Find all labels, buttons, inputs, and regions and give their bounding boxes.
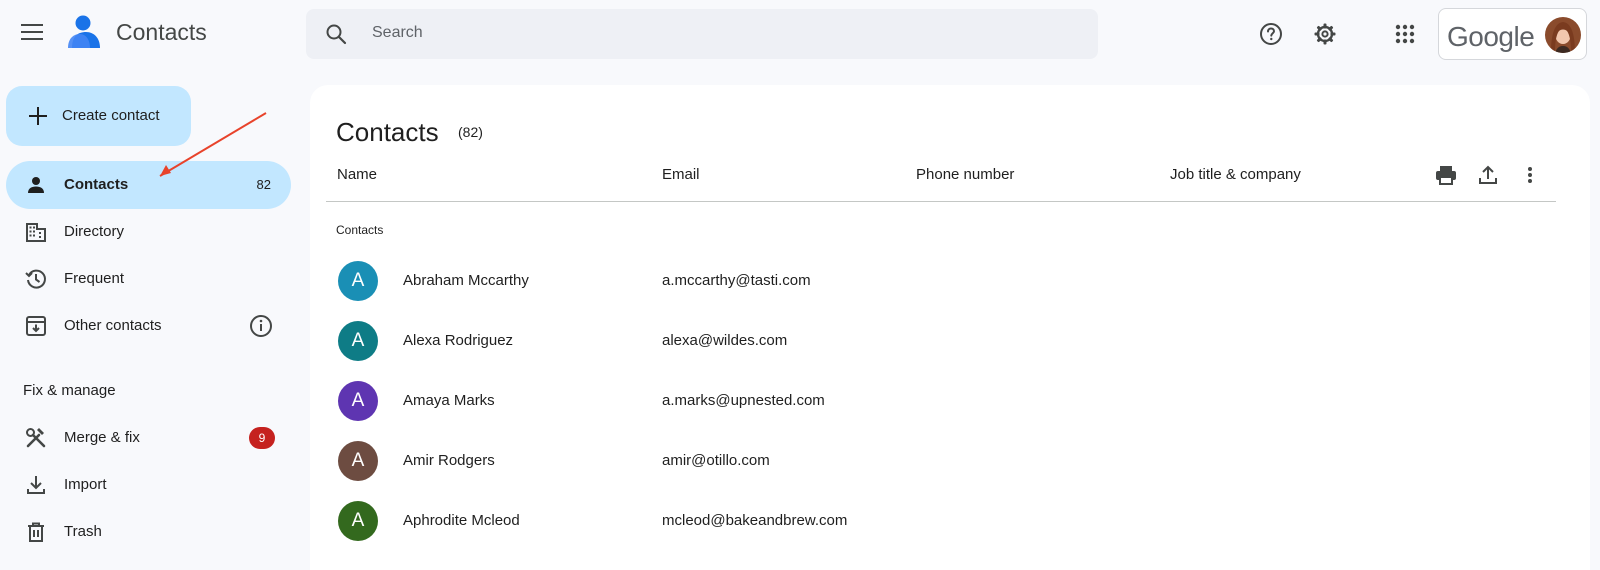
contacts-total-count: (82) [458,124,483,140]
create-contact-label: Create contact [62,107,160,124]
contact-name: Aphrodite Mcleod [403,512,520,529]
sidebar-item-directory[interactable]: Directory [6,208,291,256]
table-row[interactable]: A Abraham Mccarthy a.mccarthy@tasti.com [310,253,1580,313]
menu-icon [21,24,43,40]
tools-icon [24,426,48,450]
apps-icon [1395,24,1415,44]
avatar: A [338,441,378,481]
account-switcher[interactable]: Google [1438,8,1587,60]
column-header-phone[interactable]: Phone number [916,166,1014,183]
sidebar-item-other-contacts[interactable]: Other contacts [6,302,291,350]
avatar[interactable] [1545,17,1581,53]
table-row[interactable]: A Alexa Rodriguez alexa@wildes.com [310,313,1580,373]
history-icon [24,267,48,291]
column-header-email[interactable]: Email [662,166,700,183]
sidebar-item-label: Trash [64,523,102,540]
column-header-job[interactable]: Job title & company [1170,166,1301,183]
contact-email: mcleod@bakeandbrew.com [662,512,848,529]
sidebar-item-label: Import [64,476,107,493]
plus-icon [29,107,47,125]
print-icon [1436,166,1456,185]
settings-icon [1314,23,1336,45]
app-title[interactable]: Contacts [116,19,207,46]
contacts-logo-icon[interactable] [66,14,102,50]
contact-email: a.marks@upnested.com [662,392,825,409]
settings-button[interactable] [1312,21,1338,47]
sidebar-item-frequent[interactable]: Frequent [6,255,291,303]
building-icon [24,220,48,244]
search-bar[interactable]: Search [306,9,1098,59]
export-icon [1479,165,1497,184]
info-icon[interactable] [249,314,273,338]
merge-fix-badge: 9 [249,427,275,449]
search-icon[interactable] [324,22,348,46]
sidebar-item-import[interactable]: Import [6,461,291,509]
help-icon [1260,23,1282,45]
apps-button[interactable] [1392,21,1418,47]
sidebar-item-label: Contacts [64,176,129,193]
contact-name: Amir Rodgers [403,452,495,469]
app-header: Contacts Search Google [0,0,1600,66]
contact-email: a.mccarthy@tasti.com [662,272,811,289]
contact-name: Abraham Mccarthy [403,272,529,289]
contact-email: alexa@wildes.com [662,332,788,349]
table-row[interactable]: A Amir Rodgers amir@otillo.com [310,433,1580,493]
sidebar-item-label: Frequent [64,270,125,287]
table-row[interactable]: A Amaya Marks a.marks@upnested.com [310,373,1580,433]
page-title: Contacts [336,117,439,147]
more-options-button[interactable] [1518,163,1542,187]
more-vert-icon [1528,167,1532,183]
contacts-panel: Contacts (82) Name Email Phone number Jo… [310,85,1590,570]
trash-icon [24,520,48,544]
export-button[interactable] [1476,163,1500,187]
contact-name: Amaya Marks [403,392,495,409]
sidebar-item-merge-fix[interactable]: Merge & fix 9 [6,414,291,462]
avatar: A [338,261,378,301]
archive-download-icon [24,314,48,338]
person-icon [24,173,48,197]
avatar: A [338,321,378,361]
contact-name: Alexa Rodriguez [403,332,514,349]
sidebar-item-label: Merge & fix [64,429,140,446]
search-input[interactable]: Search [372,24,423,42]
contact-email: amir@otillo.com [662,452,770,469]
sidebar-item-label: Directory [64,223,125,240]
annotation-arrow-icon [159,112,267,177]
avatar: A [338,381,378,421]
table-row[interactable]: A Aphrodite Mcleod mcleod@bakeandbrew.co… [310,493,1580,553]
header-divider [326,201,1556,202]
sidebar-item-trash[interactable]: Trash [6,508,291,556]
column-header-name[interactable]: Name [337,166,377,183]
help-button[interactable] [1258,21,1284,47]
sidebar-item-label: Other contacts [64,317,162,334]
download-icon [24,473,48,497]
group-label: Contacts [336,223,384,237]
main-menu-button[interactable] [16,16,48,48]
avatar: A [338,501,378,541]
google-wordmark: Google [1447,21,1535,52]
fix-manage-heading: Fix & manage [23,382,116,399]
print-button[interactable] [1434,163,1458,187]
